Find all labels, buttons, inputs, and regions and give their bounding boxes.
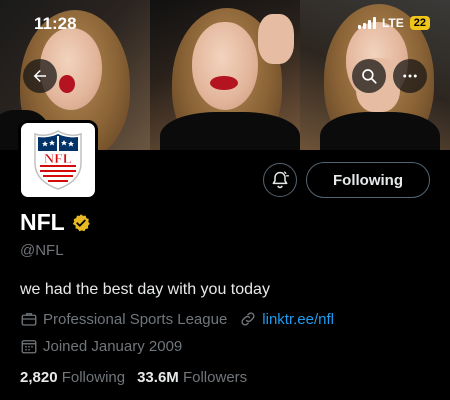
calendar-icon: [20, 337, 38, 355]
signal-icon: [357, 17, 376, 29]
profile-meta-row: Professional Sports League linktr.ee/nfl: [20, 310, 334, 328]
following-stat[interactable]: 2,820 Following: [20, 369, 125, 386]
search-icon: [362, 69, 377, 84]
more-icon: [403, 74, 417, 78]
profile-stats: 2,820 Following 33.6M Followers: [20, 369, 247, 386]
profile-category: Professional Sports League: [43, 310, 228, 328]
back-button[interactable]: [23, 59, 57, 93]
notification-bell-icon: [272, 171, 289, 189]
profile-avatar[interactable]: NFL: [18, 120, 98, 200]
profile-link[interactable]: linktr.ee/nfl: [262, 311, 334, 328]
followers-count: 33.6M: [137, 369, 179, 386]
followers-stat[interactable]: 33.6M Followers: [137, 369, 247, 386]
verified-badge-icon[interactable]: [71, 213, 91, 233]
following-label: Following: [61, 369, 126, 386]
profile-handle: @NFL: [20, 242, 64, 259]
status-indicators: LTE 22: [357, 16, 430, 30]
battery-icon: 22: [409, 16, 430, 30]
network-label: LTE: [381, 16, 404, 30]
nfl-shield-logo: NFL: [34, 130, 82, 190]
back-arrow-icon: [33, 70, 46, 82]
profile-bio: we had the best day with you today: [20, 281, 270, 298]
following-button[interactable]: Following: [306, 162, 430, 198]
more-button[interactable]: [393, 59, 427, 93]
notifications-button[interactable]: [263, 163, 297, 197]
profile-name-row: NFL: [20, 209, 91, 236]
followers-label: Followers: [182, 369, 248, 386]
search-button[interactable]: [352, 59, 386, 93]
following-count: 2,820: [20, 369, 58, 386]
profile-name: NFL: [20, 209, 65, 235]
briefcase-icon: [20, 310, 38, 328]
profile-joined: Joined January 2009: [43, 337, 183, 355]
nfl-logo-text: NFL: [44, 152, 72, 167]
profile-joined-row: Joined January 2009: [20, 337, 182, 355]
link-icon: [239, 310, 257, 328]
banner-photo-2: [150, 0, 300, 150]
status-time: 11:28: [34, 14, 77, 33]
